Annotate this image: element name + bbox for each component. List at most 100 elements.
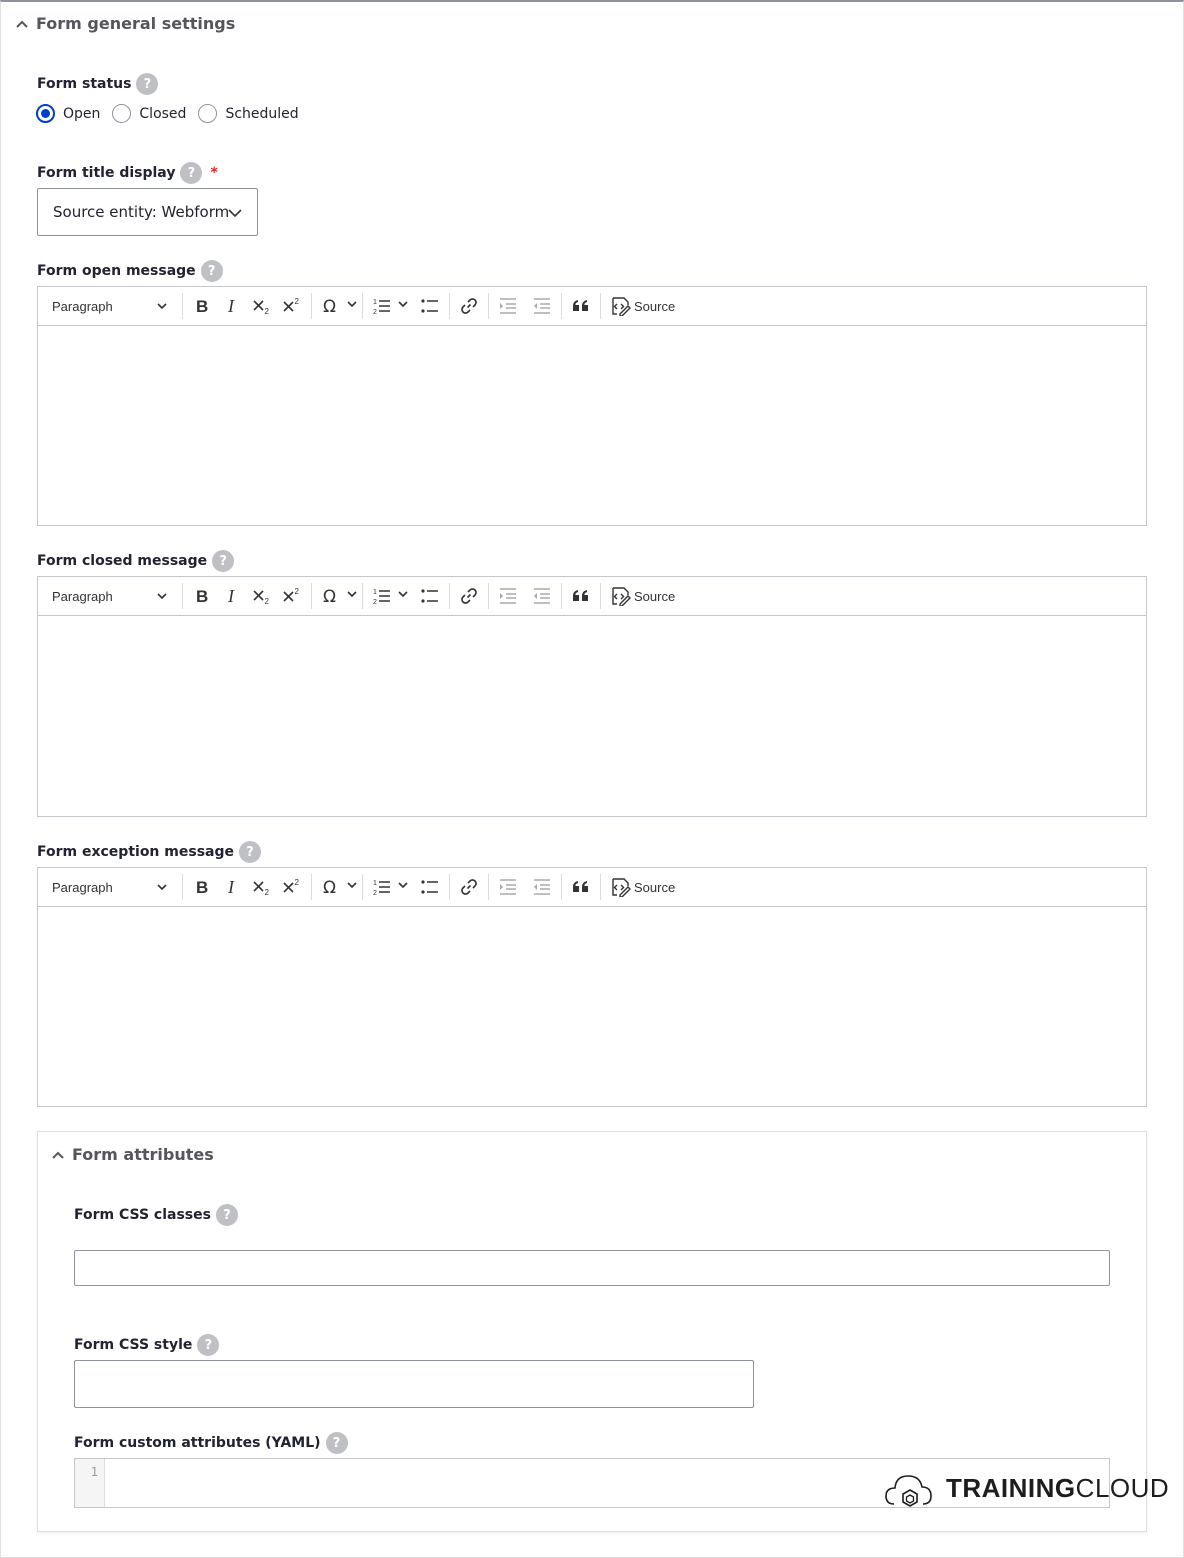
subscript-button[interactable]: 2 xyxy=(247,581,277,611)
heading-select[interactable]: Paragraph xyxy=(42,872,178,902)
svg-text:I: I xyxy=(227,296,235,316)
svg-text:Ω: Ω xyxy=(323,297,336,316)
form-title-display-select[interactable]: Source entity: Webform xyxy=(37,188,258,236)
italic-button[interactable]: I xyxy=(217,581,247,611)
help-icon[interactable]: ? xyxy=(180,162,203,184)
form-css-classes-input[interactable] xyxy=(74,1250,1110,1286)
numbered-list-dropdown[interactable] xyxy=(397,878,409,896)
editor-content-area[interactable] xyxy=(38,616,1146,816)
form-attributes-summary[interactable]: Form attributes xyxy=(50,1145,214,1164)
outdent-button[interactable] xyxy=(493,872,523,902)
special-characters-main[interactable]: Ω xyxy=(316,581,346,611)
numbered-list-button[interactable]: 12 xyxy=(367,872,409,902)
help-icon[interactable]: ? xyxy=(212,550,235,572)
form-css-style-textarea[interactable] xyxy=(74,1360,754,1408)
bold-button[interactable]: B xyxy=(187,872,217,902)
numbered-list-main[interactable]: 12 xyxy=(367,581,397,611)
special-characters-dropdown[interactable] xyxy=(346,297,358,315)
blockquote-button[interactable] xyxy=(566,291,596,321)
line-number: 1 xyxy=(90,1465,98,1479)
toolbar-separator xyxy=(311,293,312,319)
bulleted-list-button[interactable] xyxy=(415,291,445,321)
superscript-icon: 2 xyxy=(283,878,300,893)
help-icon[interactable]: ? xyxy=(325,1432,348,1454)
special-characters-button[interactable]: Ω xyxy=(316,291,358,321)
help-icon[interactable]: ? xyxy=(200,260,223,282)
italic-icon: I xyxy=(227,877,235,897)
link-button[interactable] xyxy=(454,581,484,611)
source-button[interactable]: Source xyxy=(605,581,681,611)
bold-button[interactable]: B xyxy=(187,581,217,611)
numbered-list-main[interactable]: 12 xyxy=(367,291,397,321)
toolbar-separator xyxy=(182,583,183,609)
general-settings-summary[interactable]: Form general settings xyxy=(14,14,235,33)
superscript-button[interactable]: 2 xyxy=(277,872,307,902)
cloud-logo-icon xyxy=(885,1475,932,1507)
radio-open-circle[interactable] xyxy=(36,104,55,123)
link-button[interactable] xyxy=(454,291,484,321)
numbered-list-dropdown[interactable] xyxy=(397,587,409,605)
link-button[interactable] xyxy=(454,872,484,902)
help-icon[interactable]: ? xyxy=(238,841,261,863)
source-button[interactable]: Source xyxy=(605,872,681,902)
subscript-button[interactable]: 2 xyxy=(247,291,277,321)
help-icon[interactable]: ? xyxy=(197,1334,220,1356)
svg-text:2: 2 xyxy=(295,587,300,596)
toolbar-separator xyxy=(488,583,489,609)
subscript-icon: 2 xyxy=(253,590,270,606)
svg-text:Ω: Ω xyxy=(323,587,336,606)
radio-scheduled[interactable]: Scheduled xyxy=(198,104,299,123)
italic-button[interactable]: I xyxy=(217,872,247,902)
superscript-icon: 2 xyxy=(283,587,300,602)
numbered-list-button[interactable]: 12 xyxy=(367,581,409,611)
bulleted-list-button[interactable] xyxy=(415,872,445,902)
heading-select[interactable]: Paragraph xyxy=(42,291,178,321)
radio-closed[interactable]: Closed xyxy=(112,104,186,123)
numbered-list-dropdown[interactable] xyxy=(397,297,409,315)
source-button[interactable]: Source xyxy=(605,291,681,321)
indent-icon xyxy=(534,879,550,895)
indent-button[interactable] xyxy=(527,581,557,611)
toolbar-separator xyxy=(561,874,562,900)
radio-open[interactable]: Open xyxy=(36,104,100,123)
numbered-list-button[interactable]: 12 xyxy=(367,291,409,321)
bold-button[interactable]: B xyxy=(187,291,217,321)
numbered-list-icon: 12 xyxy=(373,589,390,606)
blockquote-button[interactable] xyxy=(566,872,596,902)
required-marker: * xyxy=(210,165,218,181)
editor-content-area[interactable] xyxy=(38,326,1146,525)
italic-button[interactable]: I xyxy=(217,291,247,321)
radio-closed-label: Closed xyxy=(139,105,187,122)
watermark-text-regular: CLOUD xyxy=(1075,1472,1170,1503)
toolbar-separator xyxy=(362,583,363,609)
source-label: Source xyxy=(634,588,676,604)
svg-text:2: 2 xyxy=(373,890,377,897)
radio-closed-circle[interactable] xyxy=(112,104,132,123)
editor-content-area[interactable] xyxy=(38,907,1146,1106)
numbered-list-main[interactable]: 12 xyxy=(367,872,397,902)
blockquote-button[interactable] xyxy=(566,581,596,611)
indent-button[interactable] xyxy=(527,291,557,321)
heading-select[interactable]: Paragraph xyxy=(42,581,178,611)
special-characters-button[interactable]: Ω xyxy=(316,872,358,902)
form-custom-attributes-label: Form custom attributes (YAML) ? xyxy=(74,1432,348,1454)
bulleted-list-button[interactable] xyxy=(415,581,445,611)
indent-button[interactable] xyxy=(527,872,557,902)
special-characters-dropdown[interactable] xyxy=(346,878,358,896)
help-icon[interactable]: ? xyxy=(136,73,159,95)
special-characters-button[interactable]: Ω xyxy=(316,581,358,611)
help-icon[interactable]: ? xyxy=(215,1204,238,1226)
radio-scheduled-circle[interactable] xyxy=(198,104,218,123)
outdent-button[interactable] xyxy=(493,291,523,321)
special-characters-main[interactable]: Ω xyxy=(316,872,346,902)
outdent-button[interactable] xyxy=(493,581,523,611)
superscript-button[interactable]: 2 xyxy=(277,581,307,611)
superscript-button[interactable]: 2 xyxy=(277,291,307,321)
special-characters-dropdown[interactable] xyxy=(346,587,358,605)
bold-icon: B xyxy=(196,297,208,316)
toolbar-separator xyxy=(311,874,312,900)
form-closed-message-label-text: Form closed message xyxy=(37,553,208,569)
special-characters-main[interactable]: Ω xyxy=(316,291,346,321)
form-css-style-label: Form CSS style ? xyxy=(74,1334,220,1356)
subscript-button[interactable]: 2 xyxy=(247,872,277,902)
